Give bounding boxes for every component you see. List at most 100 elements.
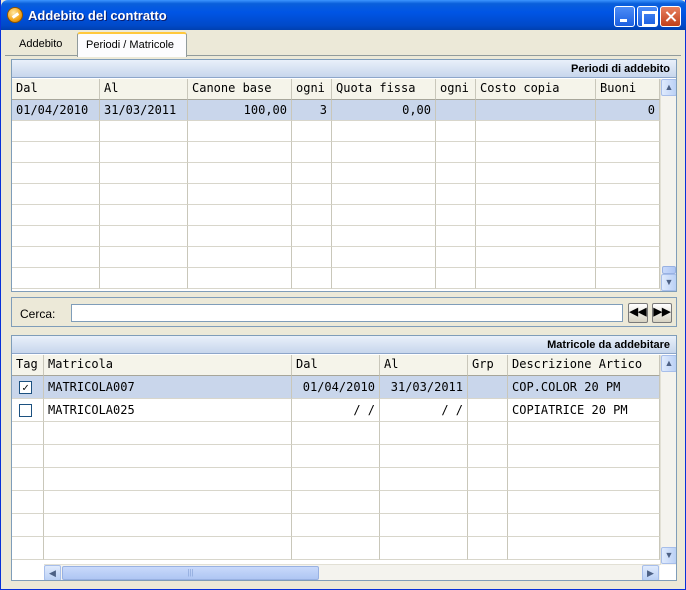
table-cell[interactable] [12,226,100,247]
table-cell[interactable]: 100,00 [188,100,292,121]
table-cell[interactable] [292,184,332,205]
table-cell[interactable] [332,205,436,226]
table-row[interactable] [12,247,660,268]
table-cell[interactable] [44,537,292,560]
table-cell[interactable] [596,121,660,142]
column-header[interactable]: Costo copia [476,79,596,100]
table-cell[interactable] [476,121,596,142]
table-cell[interactable] [100,142,188,163]
table-cell[interactable] [188,247,292,268]
table-cell[interactable] [12,205,100,226]
scroll-right-icon[interactable]: ▶ [642,565,659,580]
table-cell[interactable] [476,163,596,184]
fast-forward-icon[interactable]: ▶▶ [652,303,672,323]
tab-addebito[interactable]: Addebito [11,34,79,56]
table-cell[interactable] [476,205,596,226]
table-cell[interactable] [508,514,660,537]
table-cell[interactable] [476,184,596,205]
tag-cell[interactable] [12,514,44,537]
table-cell[interactable] [188,121,292,142]
table-cell[interactable] [596,142,660,163]
table-cell[interactable]: MATRICOLA025 [44,399,292,422]
column-header[interactable]: ogni [292,79,332,100]
column-header[interactable]: Matricola [44,355,292,376]
tag-checkbox[interactable]: ✓ [19,381,32,394]
table-cell[interactable] [100,121,188,142]
table-cell[interactable]: 01/04/2010 [292,376,380,399]
table-cell[interactable]: 01/04/2010 [12,100,100,121]
table-cell[interactable] [436,184,476,205]
tag-checkbox[interactable] [19,404,32,417]
table-cell[interactable] [188,205,292,226]
table-cell[interactable] [292,163,332,184]
rewind-icon[interactable]: ◀◀ [628,303,648,323]
column-header[interactable]: Buoni [596,79,660,100]
table-row[interactable] [12,184,660,205]
scroll-left-icon[interactable]: ◀ [44,565,61,580]
table-cell[interactable] [292,247,332,268]
table-cell[interactable]: MATRICOLA007 [44,376,292,399]
column-header[interactable]: Grp [468,355,508,376]
table-row[interactable] [12,268,660,289]
table-cell[interactable] [508,537,660,560]
periodi-vertical-scrollbar[interactable]: ▲ ▼ [660,79,676,291]
table-cell[interactable] [12,121,100,142]
table-cell[interactable] [596,247,660,268]
table-cell[interactable] [292,142,332,163]
maximize-button[interactable] [637,6,658,27]
table-cell[interactable] [332,184,436,205]
table-row[interactable] [12,163,660,184]
table-cell[interactable] [380,514,468,537]
table-cell[interactable] [332,226,436,247]
table-row[interactable] [12,468,660,491]
table-row[interactable]: MATRICOLA025 / / / / COPIATRICE 20 PM [12,399,660,422]
table-row[interactable] [12,226,660,247]
table-row[interactable] [12,205,660,226]
table-cell[interactable] [12,163,100,184]
tag-cell[interactable] [12,468,44,491]
table-cell[interactable] [100,247,188,268]
table-row[interactable] [12,491,660,514]
table-cell[interactable] [468,468,508,491]
tag-cell[interactable] [12,399,44,422]
title-bar[interactable]: Addebito del contratto [1,0,686,30]
table-cell[interactable]: 0 [596,100,660,121]
table-cell[interactable]: / / [292,399,380,422]
table-cell[interactable] [12,268,100,289]
table-cell[interactable] [380,537,468,560]
scroll-thumb[interactable]: ||| [62,566,319,580]
table-cell[interactable]: / / [380,399,468,422]
table-cell[interactable] [468,514,508,537]
table-cell[interactable] [380,445,468,468]
table-cell[interactable] [596,184,660,205]
table-cell[interactable] [44,445,292,468]
column-header[interactable]: Al [380,355,468,376]
table-cell[interactable] [12,184,100,205]
column-header[interactable]: Tag [12,355,44,376]
table-row[interactable] [12,445,660,468]
scroll-up-icon[interactable]: ▲ [661,79,676,96]
column-header[interactable]: Dal [292,355,380,376]
table-cell[interactable] [44,468,292,491]
tag-cell[interactable] [12,491,44,514]
table-cell[interactable] [380,468,468,491]
table-cell[interactable] [44,491,292,514]
search-input[interactable] [71,304,623,322]
table-cell[interactable] [100,226,188,247]
table-cell[interactable] [476,226,596,247]
table-cell[interactable] [292,205,332,226]
table-cell[interactable] [508,468,660,491]
column-header[interactable]: Al [100,79,188,100]
tag-cell[interactable] [12,445,44,468]
column-header[interactable]: Dal [12,79,100,100]
tab-periodi-matricole[interactable]: Periodi / Matricole [77,32,187,57]
table-cell[interactable] [292,468,380,491]
table-cell[interactable]: COPIATRICE 20 PM [508,399,660,422]
table-cell[interactable] [100,205,188,226]
table-cell[interactable] [188,184,292,205]
tag-cell[interactable] [12,537,44,560]
table-cell[interactable] [292,445,380,468]
table-cell[interactable] [476,247,596,268]
table-cell[interactable] [436,247,476,268]
column-header[interactable]: ogni [436,79,476,100]
